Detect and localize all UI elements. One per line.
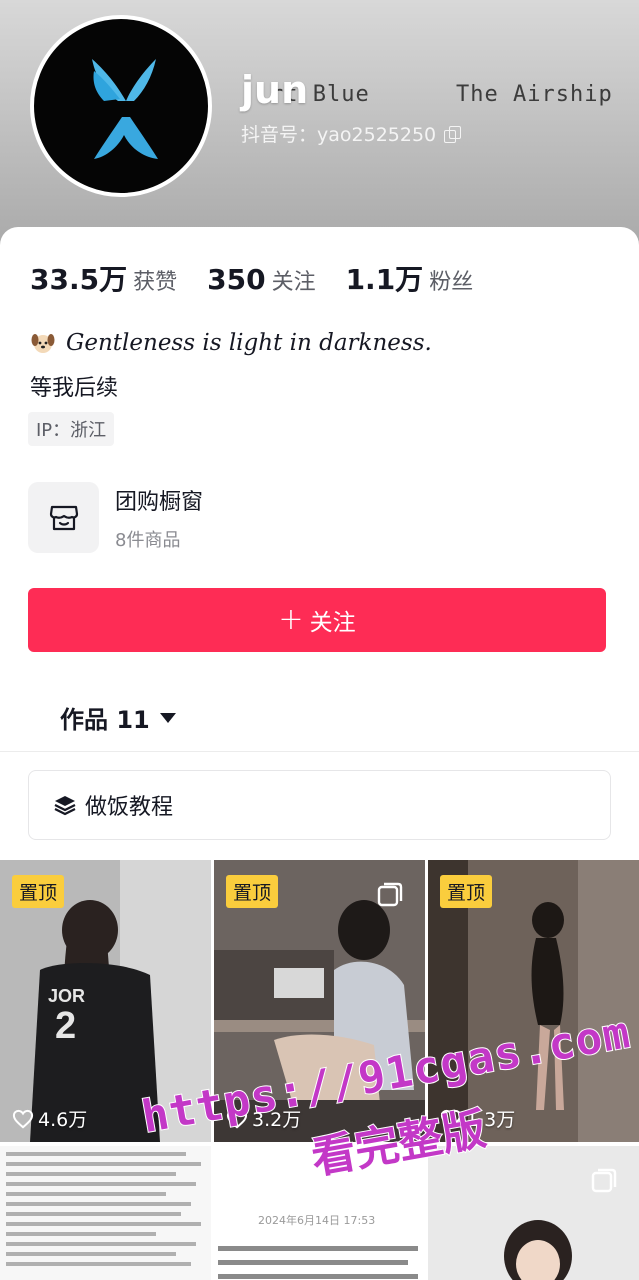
pinned-badge: 置顶 <box>226 875 279 908</box>
dog-emoji-icon <box>31 334 55 353</box>
layers-icon <box>54 796 76 816</box>
pinned-badge: 置顶 <box>440 875 493 908</box>
svg-text:2: 2 <box>55 1005 76 1047</box>
svg-text:JOR: JOR <box>48 986 85 1006</box>
stat-following-label: 关注 <box>271 270 316 295</box>
profile-stats: 33.5万 获赞 350 关注 1.1万 粉丝 <box>30 258 503 298</box>
ip-location-tag: IP：浙江 <box>28 412 115 446</box>
text-note-thumbnail <box>218 1246 418 1279</box>
follow-button[interactable]: + 关注 <box>28 588 606 652</box>
stat-followers-value: 1.1万 <box>345 263 424 296</box>
multi-image-icon <box>377 882 403 907</box>
video-likes: 4.6万 <box>12 1105 87 1132</box>
note-date: 2024年6月14日 17:53 <box>258 1214 376 1227</box>
stat-following-value: 350 <box>207 263 266 296</box>
banner-text-2: The Airship <box>456 82 613 107</box>
stat-likes-label: 获赞 <box>133 270 178 295</box>
pinned-badge: 置顶 <box>12 875 65 908</box>
stat-followers[interactable]: 1.1万 粉丝 <box>346 258 474 298</box>
video-tile[interactable] <box>428 1146 639 1280</box>
video-tile[interactable]: 2 JOR 置顶 4.6万 <box>0 860 211 1142</box>
heart-icon <box>440 1109 462 1128</box>
playlist-label: 做饭教程 <box>85 795 174 820</box>
video-likes: 1.3万 <box>440 1105 515 1132</box>
douyin-id-text: 抖音号：yao2525250 <box>241 124 437 146</box>
shop-window-entry[interactable]: 团购橱窗 8件商品 <box>28 482 203 553</box>
heart-icon <box>12 1109 34 1128</box>
plus-icon: + <box>278 602 304 637</box>
bio-text: Gentleness is light in darkness. <box>66 330 432 356</box>
playlist-entry[interactable]: 做饭教程 <box>28 770 611 840</box>
video-thumbnail <box>428 1146 639 1280</box>
profile-banner: rt Blue The Airship jun 抖音号：yao2525250 <box>0 0 639 250</box>
douyin-id: 抖音号：yao2525250 <box>241 120 462 147</box>
video-tile[interactable]: 置顶 1.3万 <box>428 860 639 1142</box>
video-tile[interactable]: 置顶 3.2万 <box>214 860 425 1142</box>
heart-icon <box>226 1109 248 1128</box>
storefront-icon <box>49 505 78 530</box>
stat-followers-label: 粉丝 <box>429 270 474 295</box>
text-note-thumbnail <box>6 1152 201 1266</box>
username: jun <box>241 68 309 112</box>
shop-title: 团购橱窗 <box>115 489 204 515</box>
video-likes-count: 4.6万 <box>38 1109 88 1131</box>
stat-likes[interactable]: 33.5万 获赞 <box>30 258 177 298</box>
avatar[interactable] <box>30 15 212 197</box>
stat-following[interactable]: 350 关注 <box>207 263 315 296</box>
copy-icon[interactable] <box>444 125 462 143</box>
video-likes-count: 1.3万 <box>466 1109 516 1131</box>
bio-line-2: 等我后续 <box>30 376 119 401</box>
video-tile[interactable] <box>0 1146 211 1280</box>
tab-divider <box>0 751 639 752</box>
tab-works-label: 作品 11 <box>60 706 150 734</box>
bio-line-1: Gentleness is light in darkness. <box>30 330 432 356</box>
stat-likes-value: 33.5万 <box>30 263 128 296</box>
video-likes-count: 3.2万 <box>252 1109 302 1131</box>
video-grid: 2 JOR 置顶 4.6万 置顶 3.2万 置顶 1.3万 2024年6月14日… <box>0 860 639 1280</box>
butterfly-icon <box>92 59 158 159</box>
shop-subtitle: 8件商品 <box>115 529 181 551</box>
multi-image-icon <box>591 1168 617 1193</box>
follow-button-label: 关注 <box>309 610 356 636</box>
video-likes: 3.2万 <box>226 1105 301 1132</box>
tab-works[interactable]: 作品 11 <box>60 700 176 735</box>
video-tile[interactable]: 2024年6月14日 17:53 <box>214 1146 425 1280</box>
dropdown-arrow-icon <box>159 712 176 723</box>
shop-icon-box <box>28 482 99 553</box>
